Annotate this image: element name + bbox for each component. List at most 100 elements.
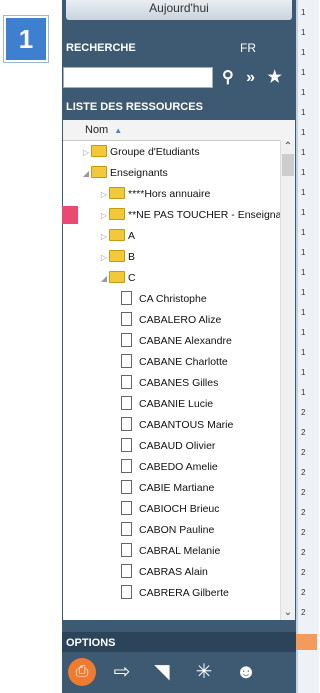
- expand-icon[interactable]: ▷: [99, 184, 109, 205]
- tree-row-label: CABAUD Olivier: [139, 440, 216, 452]
- scroll-down-icon[interactable]: ⌄: [281, 606, 295, 620]
- document-icon: [121, 438, 132, 453]
- tree-item-row[interactable]: CABEDO Amelie: [121, 457, 218, 478]
- language-selector[interactable]: FR: [240, 41, 256, 55]
- tree-row-label: CABRERA Gilberte: [139, 587, 229, 599]
- calendar-day-digit: 1: [301, 268, 306, 277]
- resources-title: LISTE DES RESSOURCES: [66, 101, 203, 113]
- tree-row-label: CABON Pauline: [139, 524, 215, 536]
- expand-icon[interactable]: ▷: [99, 226, 109, 247]
- tree-folder-row[interactable]: ▷ B: [99, 247, 135, 268]
- scroll-thumb[interactable]: [282, 154, 294, 176]
- tree-item-row[interactable]: CA Christophe: [121, 289, 207, 310]
- tree-folder-row[interactable]: ◢ C: [99, 268, 136, 289]
- folder-icon: [109, 187, 125, 200]
- tree-folder-row[interactable]: ▷ **NE PAS TOUCHER - Enseignant: [99, 205, 290, 226]
- tree-item-row[interactable]: CABIOCH Brieuc: [121, 499, 220, 520]
- calendar-day-digit: 1: [301, 248, 306, 257]
- tree-row-label: CABALERO Alize: [139, 314, 222, 326]
- tree-item-row[interactable]: CABAUD Olivier: [121, 436, 215, 457]
- pink-marker: [62, 206, 78, 224]
- expand-icon[interactable]: ▷: [99, 205, 109, 226]
- tree-item-row[interactable]: CABANES Gilles: [121, 373, 218, 394]
- document-icon: [121, 354, 132, 369]
- tree-row-label: CABANE Charlotte: [139, 356, 228, 368]
- tree-item-row[interactable]: CABRAS Alain: [121, 562, 208, 583]
- magic-wand-icon[interactable]: ✳: [190, 658, 218, 686]
- tree-row-label: CABANTOUS Marie: [139, 419, 234, 431]
- folder-icon: [109, 271, 125, 284]
- export-icon[interactable]: ⇨: [108, 658, 136, 686]
- expand-icon[interactable]: ▷: [99, 247, 109, 268]
- name-column-label: Nom: [85, 124, 109, 136]
- rss-icon[interactable]: ◥: [148, 658, 176, 686]
- tree-item-row[interactable]: CABALERO Alize: [121, 310, 221, 331]
- calendar-day-digit: 1: [301, 168, 306, 177]
- tree-item-row[interactable]: CABRAL Melanie: [121, 541, 220, 562]
- folder-icon: [109, 208, 125, 221]
- calendar-day-digit: 1: [301, 128, 306, 137]
- search-input[interactable]: [63, 67, 213, 88]
- calendar-day-digit: 1: [301, 328, 306, 337]
- calendar-day-digit: 1: [301, 68, 306, 77]
- calendar-day-digit: 1: [301, 308, 306, 317]
- name-column-header[interactable]: Nom ▲: [63, 120, 295, 141]
- calendar-day-digit: 1: [301, 28, 306, 37]
- document-icon: [121, 417, 132, 432]
- tree-row-label: CABIOCH Brieuc: [139, 503, 220, 515]
- step-number-badge: 1: [4, 16, 48, 62]
- tree-row-label: CABIE Martiane: [139, 482, 215, 494]
- tree-folder-row[interactable]: ▷ A: [99, 226, 135, 247]
- calendar-day-digit: 1: [301, 348, 306, 357]
- calendar-day-digit: 2: [301, 468, 306, 477]
- folder-icon: [109, 250, 125, 263]
- star-icon[interactable]: ★: [268, 67, 282, 87]
- search-actions: ⚲ » ★: [222, 67, 290, 87]
- tree-item-row[interactable]: CABRERA Gilberte: [121, 583, 229, 604]
- calendar-day-digit: 2: [301, 408, 306, 417]
- double-chevron-icon[interactable]: »: [246, 69, 255, 87]
- options-icons: ⎙ ⇨ ◥ ✳ ☻: [62, 652, 296, 693]
- calendar-day-digit: 1: [301, 148, 306, 157]
- search-icon[interactable]: ⚲: [222, 67, 234, 87]
- calendar-day-digit: 1: [301, 368, 306, 377]
- calendar-day-digit: 1: [301, 188, 306, 197]
- document-icon: [121, 480, 132, 495]
- tree-row-label: B: [128, 251, 136, 263]
- user-icon[interactable]: ☻: [232, 658, 260, 686]
- calendar-day-digit: 1: [301, 8, 306, 17]
- collapse-icon[interactable]: ◢: [81, 163, 91, 184]
- document-icon: [121, 543, 132, 558]
- tree-folder-row[interactable]: ▷ Groupe d'Etudiants: [81, 142, 200, 163]
- resource-tree[interactable]: Nom ▲ ▷ Groupe d'Etudiants ◢ Enseignants ▷ **…: [63, 120, 295, 620]
- calendar-day-digit: 2: [301, 488, 306, 497]
- tree-row-label: CABANIE Lucie: [139, 398, 214, 410]
- print-icon[interactable]: ⎙: [68, 658, 96, 686]
- tree-row-label: Enseignants: [110, 167, 168, 179]
- tree-row-label: CABRAS Alain: [139, 566, 208, 578]
- tree-item-row[interactable]: CABANE Alexandre: [121, 331, 232, 352]
- search-title: RECHERCHE: [66, 42, 136, 54]
- tree-item-row[interactable]: CABANE Charlotte: [121, 352, 228, 373]
- folder-icon: [109, 229, 125, 242]
- tree-row-label: CABRAL Melanie: [139, 545, 221, 557]
- scroll-up-icon[interactable]: ⌃: [281, 140, 295, 154]
- folder-icon: [91, 166, 107, 179]
- tree-item-row[interactable]: CABON Pauline: [121, 520, 214, 541]
- calendar-day-digit: 2: [301, 608, 306, 617]
- tree-folder-row[interactable]: ◢ Enseignants: [81, 163, 168, 184]
- collapse-icon[interactable]: ◢: [99, 268, 109, 289]
- document-icon: [121, 501, 132, 516]
- expand-icon[interactable]: ▷: [81, 142, 91, 163]
- tree-item-row[interactable]: CABANIE Lucie: [121, 394, 213, 415]
- document-icon: [121, 333, 132, 348]
- vertical-scrollbar[interactable]: [280, 140, 295, 620]
- today-button[interactable]: Aujourd'hui: [66, 0, 292, 20]
- tree-item-row[interactable]: CABANTOUS Marie: [121, 415, 233, 436]
- tree-row-label: CABANES Gilles: [139, 377, 219, 389]
- calendar-day-digit: 1: [301, 288, 306, 297]
- document-icon: [121, 564, 132, 579]
- tree-folder-row[interactable]: ▷ ****Hors annuaire: [99, 184, 210, 205]
- tree-item-row[interactable]: CABIE Martiane: [121, 478, 214, 499]
- document-icon: [121, 522, 132, 537]
